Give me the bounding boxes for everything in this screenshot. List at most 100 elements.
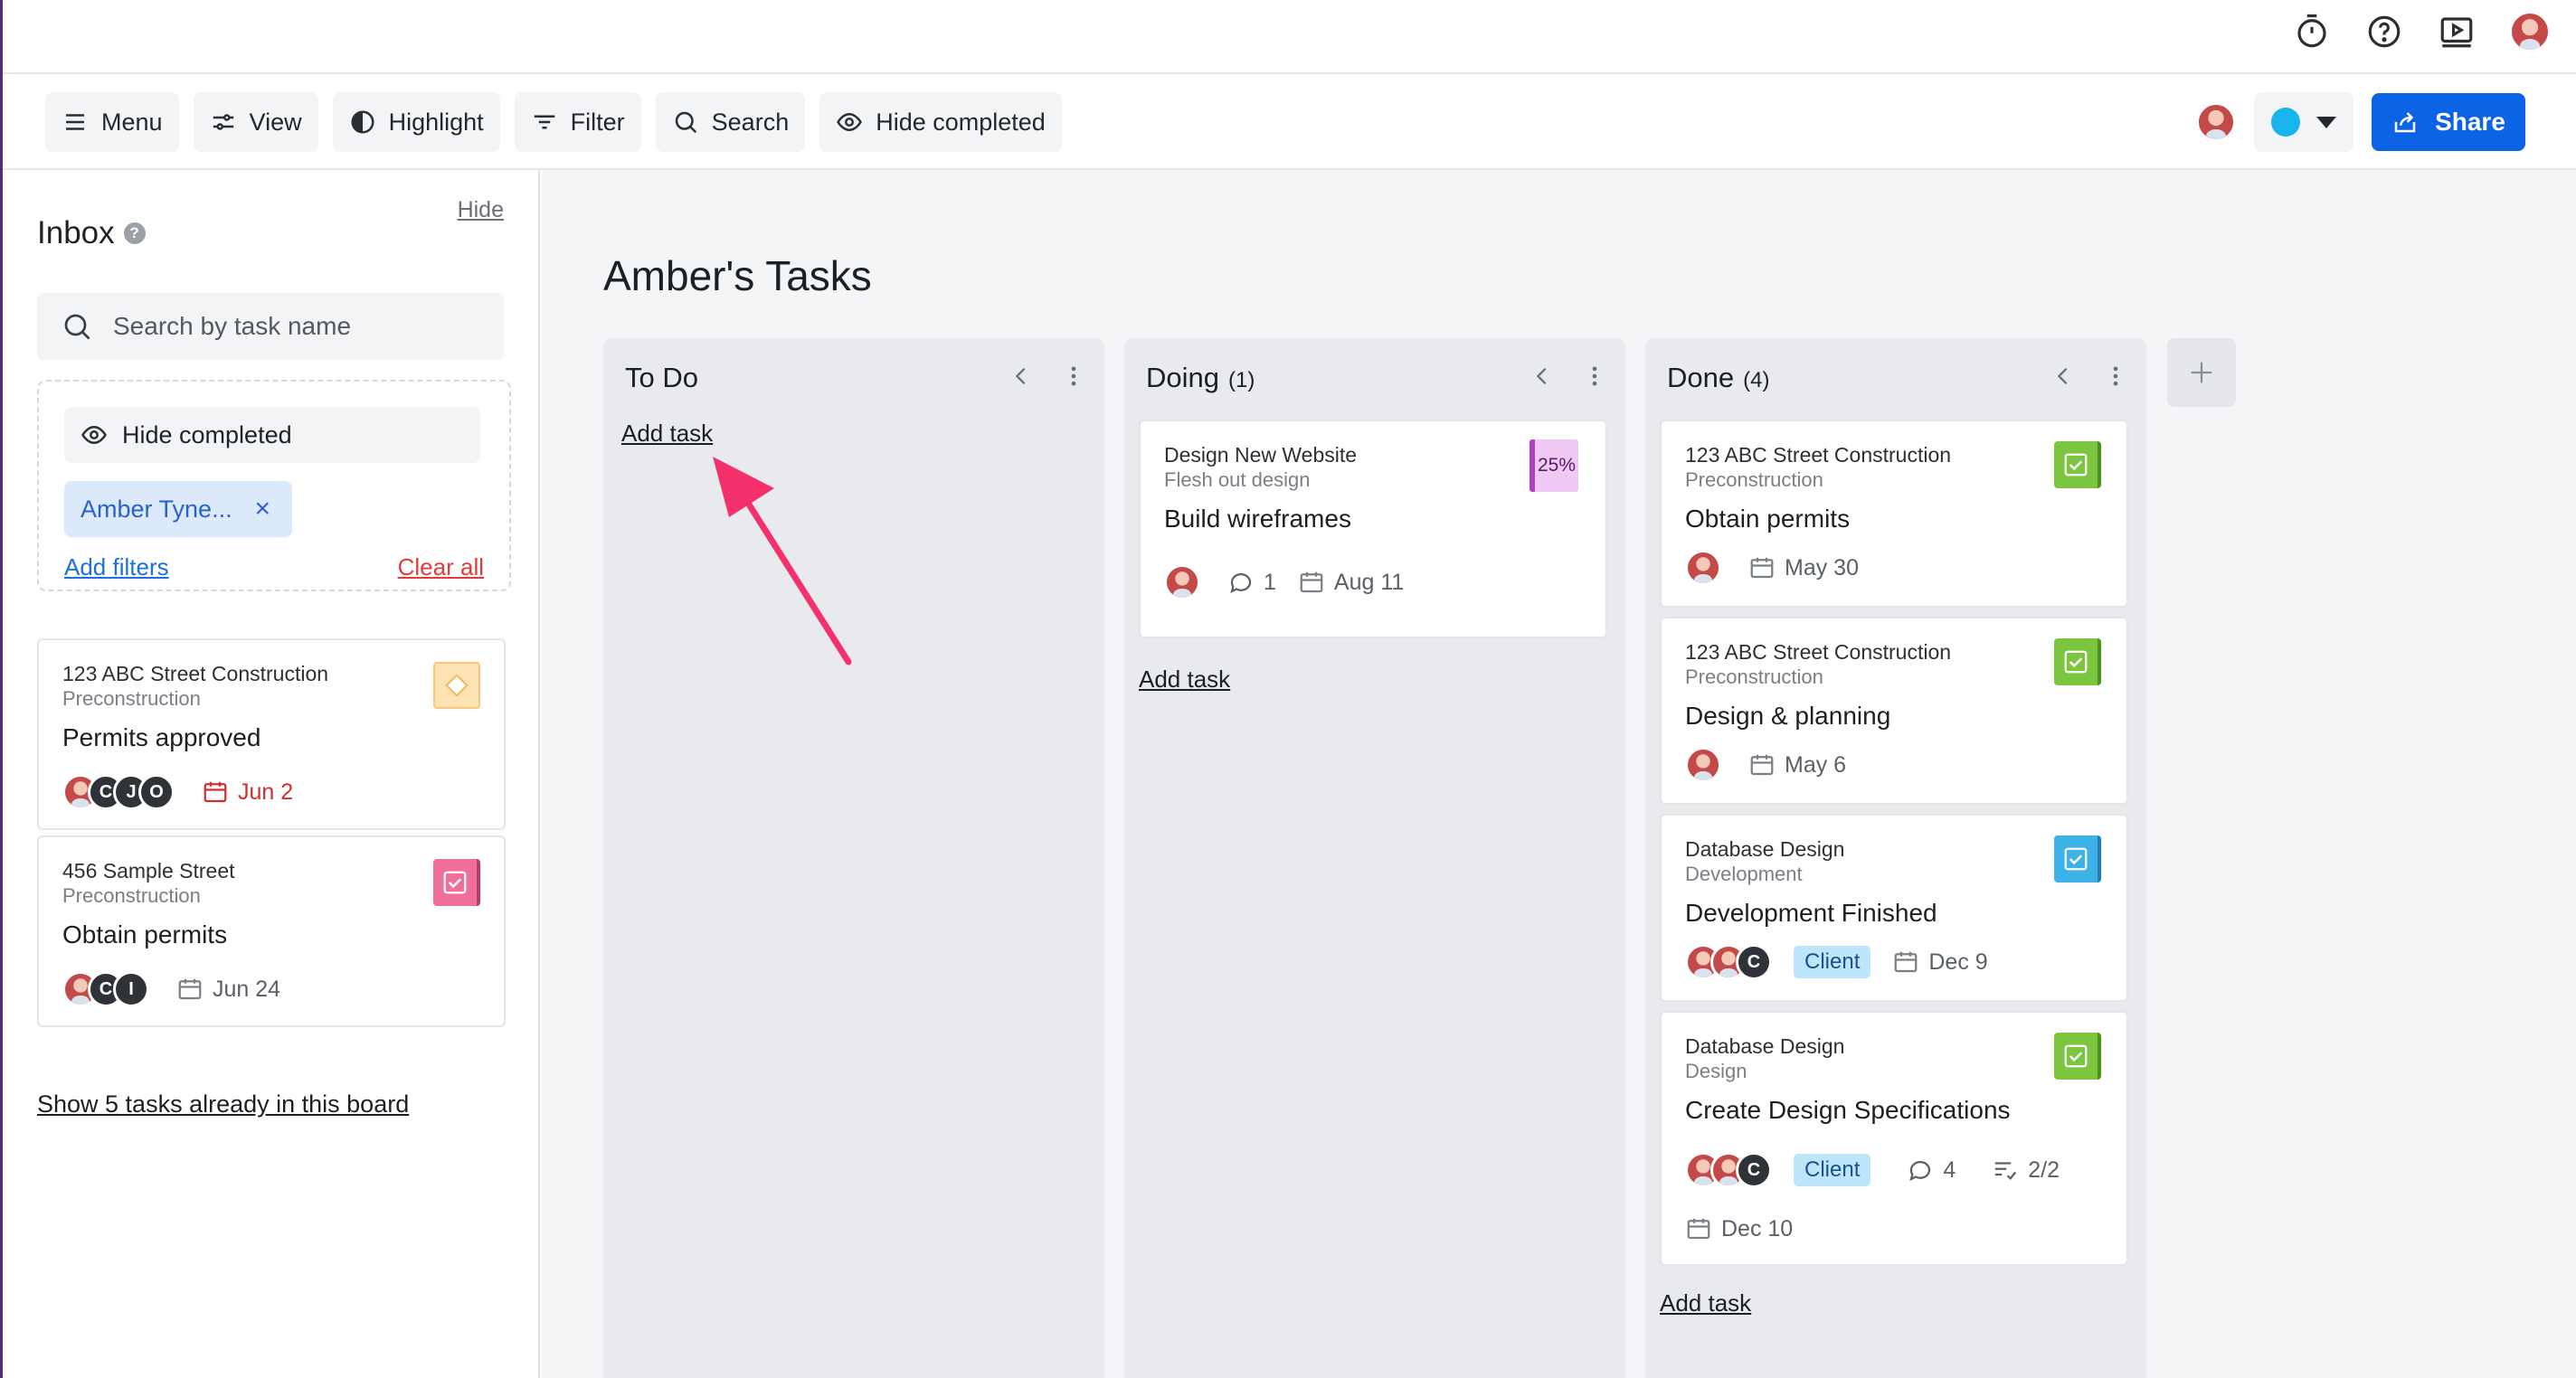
task-search-input[interactable] [113,312,493,341]
milestone-status[interactable] [433,662,480,709]
due-date[interactable]: Dec 10 [1685,1215,1793,1242]
collapse-column-icon[interactable] [1530,363,1555,389]
filter-button[interactable]: Filter [514,92,641,152]
checkmark-icon [2064,847,2088,871]
hide-sidebar-link[interactable]: Hide [458,197,504,223]
top-bar [0,0,2576,74]
color-picker[interactable] [2254,92,2353,152]
inbox-title-text: Inbox [37,215,115,250]
completed-status[interactable] [2054,638,2101,685]
column-controls [1530,363,1607,389]
assignee-filter-chip[interactable]: Amber Tyne... × [64,481,292,537]
due-date-text: May 30 [1785,554,1859,580]
inbox-task-card[interactable]: 123 ABC Street Construction Preconstruct… [37,638,506,830]
completed-status[interactable] [2054,835,2101,882]
task-card[interactable]: 123 ABC Street Construction Preconstruct… [1660,420,2128,608]
column-name: Doing [1146,362,1219,393]
help-icon[interactable] [2364,12,2404,52]
task-phase: Flesh out design [1164,468,1311,491]
calendar-icon [1687,1218,1710,1240]
checklist-progress[interactable]: 2/2 [1992,1156,2060,1184]
inbox-task-card[interactable]: 456 Sample Street Preconstruction Obtain… [37,835,506,1027]
task-meta: C Client 4 2/2 [1685,1152,2060,1188]
column-name: Done [1667,362,1735,393]
clear-all-link[interactable]: Clear all [398,553,484,581]
assignee-filter-label: Amber Tyne... [80,495,232,523]
menu-button[interactable]: Menu [45,92,179,152]
more-options-icon[interactable] [2103,363,2128,389]
due-date[interactable]: Jun 24 [176,976,280,1003]
task-card[interactable]: Database Design Design Create Design Spe… [1660,1011,2128,1266]
task-title: Development Finished [1685,899,1937,927]
timer-icon[interactable] [2292,12,2332,52]
task-card[interactable]: Design New Website Flesh out design Buil… [1139,420,1607,638]
hide-completed-button[interactable]: Hide completed [819,92,1062,152]
share-label: Share [2435,108,2505,136]
assignee-avatars [1685,747,1727,783]
info-icon[interactable]: ? [123,222,146,244]
user-avatar[interactable] [2509,11,2551,52]
show-board-tasks-link[interactable]: Show 5 tasks already in this board [37,1090,409,1118]
avatar [1685,747,1721,783]
task-card[interactable]: Database Design Development Development … [1660,814,2128,1002]
column-header: Done (4) [1667,362,1769,394]
due-date-text: May 6 [1785,751,1847,778]
collapse-column-icon[interactable] [2050,363,2076,389]
column-header: Doing (1) [1146,362,1255,394]
calendar-icon [178,978,202,1000]
client-tag[interactable]: Client [1794,1154,1871,1186]
client-tag[interactable]: Client [1794,946,1871,978]
comment-icon [1230,573,1252,594]
task-phase: Preconstruction [62,884,201,907]
task-project: 456 Sample Street [62,859,235,882]
more-options-icon[interactable] [1061,363,1086,389]
progress-status[interactable]: 25% [1530,439,1578,492]
add-filters-link[interactable]: Add filters [64,553,169,581]
comments-count[interactable]: 4 [1907,1156,1956,1184]
task-meta: May 30 [1685,550,1859,586]
search-button[interactable]: Search [655,92,806,152]
filter-label: Filter [570,108,625,136]
more-options-icon[interactable] [1582,363,1607,389]
checkmark-icon [2064,453,2088,477]
completed-status[interactable] [2054,1033,2101,1080]
task-project: Design New Website [1164,443,1358,467]
comments-count[interactable]: 1 [1227,569,1276,596]
due-date[interactable]: May 6 [1748,751,1846,779]
task-project: 123 ABC Street Construction [62,662,329,685]
task-meta: C I Jun 24 [62,971,280,1007]
due-date[interactable]: Aug 11 [1298,569,1404,596]
close-icon[interactable]: × [254,494,270,524]
board-member-avatar[interactable] [2196,102,2236,142]
calendar-icon [204,781,227,803]
board-title: Amber's Tasks [603,252,872,299]
share-button[interactable]: Share [2372,93,2525,151]
avatar: O [138,774,175,810]
due-date[interactable]: Dec 9 [1892,949,1988,976]
checklist-progress-text: 2/2 [2028,1156,2060,1183]
add-task-link[interactable]: Add task [621,420,713,448]
completed-status[interactable] [2054,441,2101,488]
completed-status[interactable] [433,859,480,906]
column-doing: Doing (1) Design New Website Flesh out d… [1124,338,1625,1378]
task-title: Design & planning [1685,702,1891,730]
task-title: Obtain permits [62,920,228,949]
comment-icon [1909,1161,1931,1182]
due-date[interactable]: May 30 [1748,554,1859,581]
avatar: C [1736,1152,1772,1188]
task-phase: Preconstruction [1685,468,1823,491]
view-button[interactable]: View [193,92,318,152]
collapse-column-icon[interactable] [1009,363,1034,389]
comments-count-text: 4 [1943,1156,1956,1183]
task-card[interactable]: 123 ABC Street Construction Preconstruct… [1660,617,2128,805]
add-task-link[interactable]: Add task [1139,665,1230,694]
video-tutorial-icon[interactable] [2437,12,2477,52]
highlight-button[interactable]: Highlight [332,92,500,152]
inbox-sidebar: Inbox ? Hide Hide completed Amber Tyne..… [3,170,540,1378]
add-task-link[interactable]: Add task [1660,1289,1751,1317]
eye-icon [81,425,107,445]
add-column-button[interactable] [2167,338,2236,407]
assignee-avatars [1685,550,1727,586]
due-date[interactable]: Jun 2 [202,779,293,806]
hide-completed-filter[interactable]: Hide completed [64,407,480,463]
